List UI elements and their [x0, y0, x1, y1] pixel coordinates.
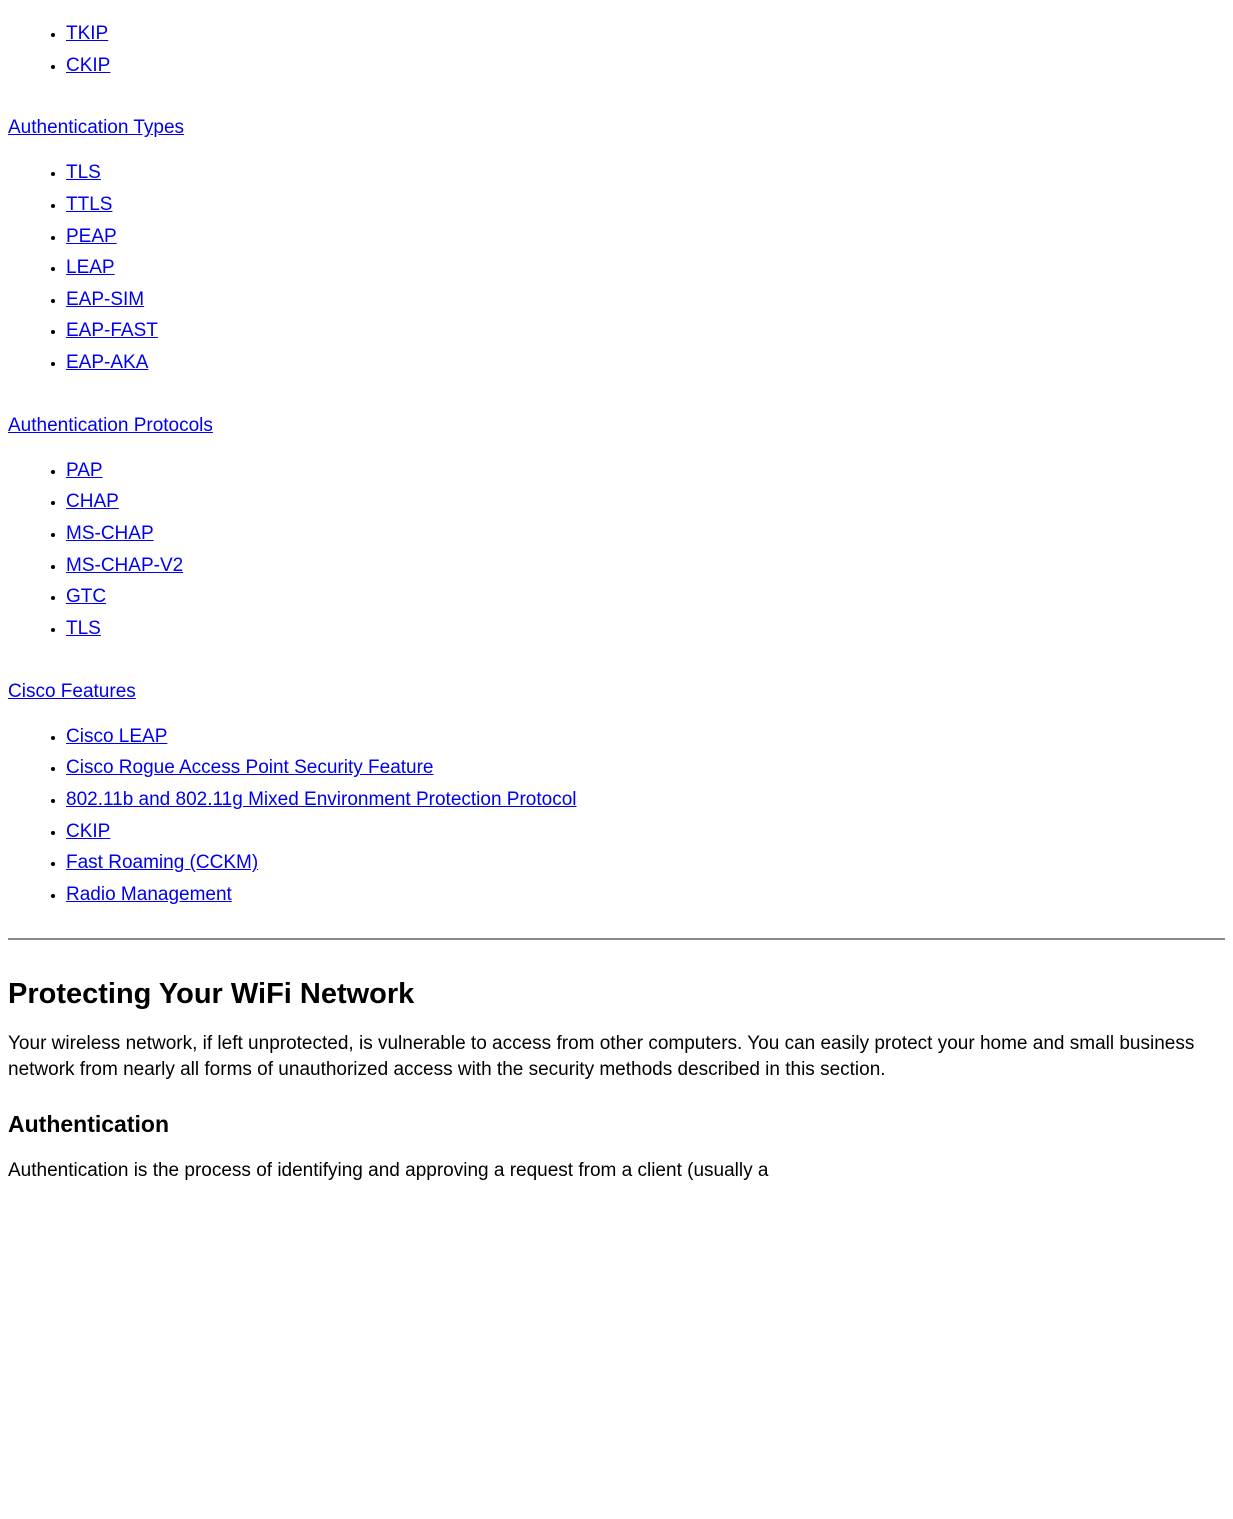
list-item: MS-CHAP: [66, 518, 1225, 550]
list-item: PEAP: [66, 221, 1225, 253]
toc-link-radio-management[interactable]: Radio Management: [66, 884, 232, 905]
toc-link-tls[interactable]: TLS: [66, 162, 101, 183]
toc-link-ckip2[interactable]: CKIP: [66, 821, 110, 842]
toc-heading-authentication-protocols[interactable]: Authentication Protocols: [8, 415, 1225, 437]
list-item: Fast Roaming (CCKM): [66, 847, 1225, 879]
list-item: Cisco Rogue Access Point Security Featur…: [66, 752, 1225, 784]
toc-list-group0: TKIP CKIP: [8, 18, 1225, 81]
list-item: TLS: [66, 157, 1225, 189]
list-item: PAP: [66, 455, 1225, 487]
list-item: EAP-AKA: [66, 347, 1225, 379]
toc-link-leap[interactable]: LEAP: [66, 257, 115, 278]
toc-link-gtc[interactable]: GTC: [66, 586, 106, 607]
toc-link-tkip[interactable]: TKIP: [66, 23, 108, 44]
toc-link-ttls[interactable]: TTLS: [66, 194, 112, 215]
toc-link-ckip[interactable]: CKIP: [66, 55, 110, 76]
toc-link-eap-fast[interactable]: EAP-FAST: [66, 320, 158, 341]
toc-heading-cisco-features[interactable]: Cisco Features: [8, 681, 1225, 703]
list-item: Radio Management: [66, 879, 1225, 911]
list-item: 802.11b and 802.11g Mixed Environment Pr…: [66, 784, 1225, 816]
toc-link-mixed-env[interactable]: 802.11b and 802.11g Mixed Environment Pr…: [66, 789, 577, 810]
toc-link-fast-roaming[interactable]: Fast Roaming (CCKM): [66, 852, 258, 873]
para-authentication: Authentication is the process of identif…: [8, 1158, 1225, 1184]
toc-link-ms-chap-v2[interactable]: MS-CHAP-V2: [66, 555, 183, 576]
list-item: TLS: [66, 613, 1225, 645]
divider: [8, 938, 1225, 940]
list-item: TKIP: [66, 18, 1225, 50]
list-item: MS-CHAP-V2: [66, 550, 1225, 582]
toc-link-ms-chap[interactable]: MS-CHAP: [66, 523, 154, 544]
toc-link-eap-aka[interactable]: EAP-AKA: [66, 352, 148, 373]
para-protecting-wifi: Your wireless network, if left unprotect…: [8, 1031, 1225, 1082]
toc-link-cisco-leap[interactable]: Cisco LEAP: [66, 726, 167, 747]
toc-link-chap[interactable]: CHAP: [66, 491, 119, 512]
heading-authentication: Authentication: [8, 1111, 1225, 1138]
toc-link-cisco-rogue-ap[interactable]: Cisco Rogue Access Point Security Featur…: [66, 757, 434, 778]
list-item: EAP-SIM: [66, 284, 1225, 316]
list-item: Cisco LEAP: [66, 721, 1225, 753]
list-item: GTC: [66, 581, 1225, 613]
list-item: LEAP: [66, 252, 1225, 284]
list-item: CHAP: [66, 486, 1225, 518]
list-item: CKIP: [66, 816, 1225, 848]
list-item: CKIP: [66, 50, 1225, 82]
toc-heading-authentication-types[interactable]: Authentication Types: [8, 117, 1225, 139]
heading-protecting-wifi: Protecting Your WiFi Network: [8, 978, 1225, 1011]
toc-link-peap[interactable]: PEAP: [66, 226, 117, 247]
list-item: EAP-FAST: [66, 315, 1225, 347]
toc-list-authentication-protocols: PAP CHAP MS-CHAP MS-CHAP-V2 GTC TLS: [8, 455, 1225, 645]
list-item: TTLS: [66, 189, 1225, 221]
toc-link-tls2[interactable]: TLS: [66, 618, 101, 639]
toc-list-authentication-types: TLS TTLS PEAP LEAP EAP-SIM EAP-FAST EAP-…: [8, 157, 1225, 378]
toc-list-cisco-features: Cisco LEAP Cisco Rogue Access Point Secu…: [8, 721, 1225, 911]
toc-link-eap-sim[interactable]: EAP-SIM: [66, 289, 144, 310]
toc-link-pap[interactable]: PAP: [66, 460, 103, 481]
